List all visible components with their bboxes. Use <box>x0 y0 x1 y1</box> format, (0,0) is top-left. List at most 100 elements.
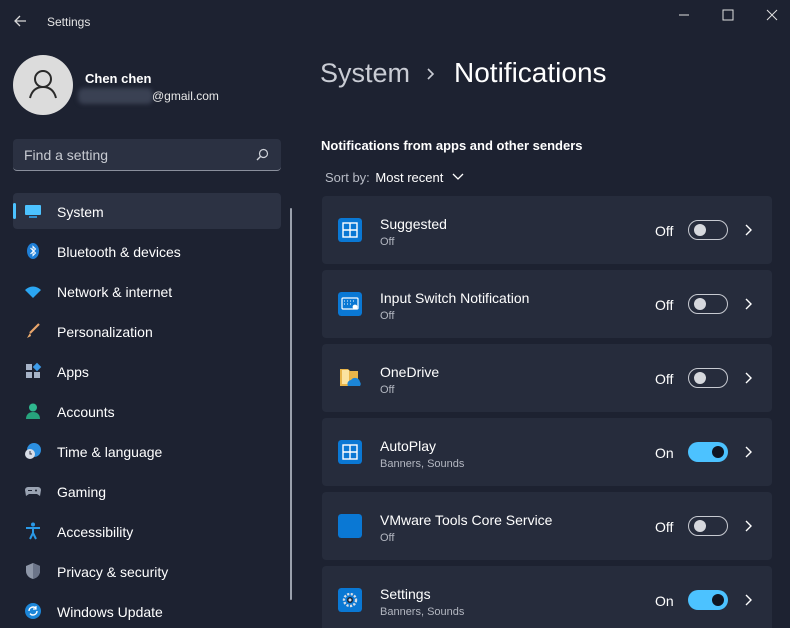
sidebar-item-network[interactable]: Network & internet <box>13 273 281 309</box>
sort-label: Sort by: <box>325 170 370 185</box>
page-title: Notifications <box>454 57 607 88</box>
notification-toggle[interactable] <box>688 294 728 314</box>
app-name: Settings <box>380 586 431 602</box>
app-card-settings[interactable]: Settings Banners, Sounds On <box>322 566 772 628</box>
title-bar: Settings <box>0 0 790 44</box>
maximize-icon[interactable] <box>708 4 748 26</box>
sort-dropdown[interactable]: Sort by: Most recent <box>325 170 465 185</box>
chevron-right-icon[interactable] <box>743 371 753 385</box>
breadcrumb-parent[interactable]: System <box>320 58 410 89</box>
notification-toggle[interactable] <box>688 442 728 462</box>
app-card-suggested[interactable]: Suggested Off Off <box>322 196 772 264</box>
user-name: Chen chen <box>85 71 152 86</box>
chevron-right-icon[interactable] <box>743 445 753 459</box>
chevron-right-icon <box>427 68 435 80</box>
search-icon[interactable] <box>254 147 270 163</box>
app-card-input-switch[interactable]: Input Switch Notification Off Off <box>322 270 772 338</box>
notification-toggle[interactable] <box>688 590 728 610</box>
sidebar-item-label: Bluetooth & devices <box>57 244 181 260</box>
sidebar-item-label: Privacy & security <box>57 564 169 580</box>
sidebar-item-apps[interactable]: Apps <box>13 353 281 389</box>
email-redacted <box>78 88 153 104</box>
toggle-state-label: Off <box>655 371 674 387</box>
toggle-state-label: Off <box>655 223 674 239</box>
keyboard-app-icon <box>338 292 362 316</box>
app-card-onedrive[interactable]: OneDrive Off Off <box>322 344 772 412</box>
sidebar-item-label: System <box>57 204 104 220</box>
search-input[interactable]: Find a setting <box>13 139 281 171</box>
sidebar-nav: System Bluetooth & devices Network & int… <box>13 193 281 628</box>
toggle-state-label: On <box>655 593 674 609</box>
sidebar-scrollbar[interactable] <box>290 208 292 600</box>
monitor-icon <box>25 205 41 218</box>
wifi-icon <box>25 286 41 298</box>
notification-toggle[interactable] <box>688 220 728 240</box>
sidebar-item-personalization[interactable]: Personalization <box>13 313 281 349</box>
autoplay-app-icon <box>338 440 362 464</box>
app-subtitle: Off <box>380 384 395 396</box>
user-email: @gmail.com <box>152 89 219 103</box>
toggle-state-label: On <box>655 445 674 461</box>
chevron-right-icon[interactable] <box>743 297 753 311</box>
avatar[interactable] <box>13 55 73 115</box>
app-card-vmware-tools[interactable]: VMware Tools Core Service Off Off <box>322 492 772 560</box>
sidebar-item-label: Apps <box>57 364 89 380</box>
onedrive-folder-icon <box>340 369 361 386</box>
chevron-right-icon[interactable] <box>743 593 753 607</box>
toggle-state-label: Off <box>655 519 674 535</box>
bluetooth-icon <box>27 243 39 259</box>
sidebar-item-gaming[interactable]: Gaming <box>13 473 281 509</box>
app-subtitle: Off <box>380 236 395 248</box>
sidebar-item-label: Gaming <box>57 484 107 500</box>
person-icon <box>26 403 40 419</box>
close-icon[interactable] <box>752 4 790 26</box>
settings-gear-icon <box>338 588 362 612</box>
sidebar-item-privacy-security[interactable]: Privacy & security <box>13 553 281 589</box>
sidebar-item-label: Windows Update <box>57 604 163 620</box>
accessibility-icon <box>26 522 40 540</box>
suggested-app-icon <box>338 218 362 242</box>
sidebar-item-accessibility[interactable]: Accessibility <box>13 513 281 549</box>
vmware-app-icon <box>338 514 362 538</box>
selection-indicator <box>13 203 16 219</box>
app-name: OneDrive <box>380 364 440 380</box>
sidebar-item-time-language[interactable]: Time & language <box>13 433 281 469</box>
toggle-knob <box>694 372 706 384</box>
sidebar-item-label: Time & language <box>57 444 163 460</box>
sidebar-item-label: Accessibility <box>57 524 134 540</box>
brush-icon <box>27 323 40 338</box>
update-icon <box>25 603 41 619</box>
app-subtitle: Banners, Sounds <box>380 458 465 470</box>
app-name: AutoPlay <box>380 438 437 454</box>
minimize-icon[interactable] <box>664 4 704 26</box>
toggle-state-label: Off <box>655 297 674 313</box>
app-list: Suggested Off Off Input Switch Notificat… <box>322 196 772 628</box>
notification-toggle[interactable] <box>688 368 728 388</box>
search-placeholder: Find a setting <box>24 147 109 163</box>
gamepad-icon <box>25 487 41 496</box>
app-name: VMware Tools Core Service <box>380 512 553 528</box>
app-name: Input Switch Notification <box>380 290 530 306</box>
toggle-knob <box>712 446 724 458</box>
sidebar-item-bluetooth[interactable]: Bluetooth & devices <box>13 233 281 269</box>
app-card-autoplay[interactable]: AutoPlay Banners, Sounds On <box>322 418 772 486</box>
sidebar-item-accounts[interactable]: Accounts <box>13 393 281 429</box>
shield-icon <box>26 563 40 579</box>
chevron-down-icon[interactable] <box>451 172 465 182</box>
toggle-knob <box>694 520 706 532</box>
toggle-knob <box>712 594 724 606</box>
sidebar-item-label: Network & internet <box>57 284 173 300</box>
clock-globe-icon <box>25 443 41 459</box>
back-arrow-icon[interactable] <box>10 10 32 32</box>
sort-value[interactable]: Most recent <box>375 170 443 185</box>
toggle-knob <box>694 224 706 236</box>
sidebar-item-system[interactable]: System <box>13 193 281 229</box>
toggle-knob <box>694 298 706 310</box>
notification-toggle[interactable] <box>688 516 728 536</box>
section-title: Notifications from apps and other sender… <box>321 138 583 153</box>
sidebar-item-windows-update[interactable]: Windows Update <box>13 593 281 628</box>
chevron-right-icon[interactable] <box>743 223 753 237</box>
user-avatar-icon <box>29 70 57 99</box>
sidebar-item-label: Personalization <box>57 324 153 340</box>
chevron-right-icon[interactable] <box>743 519 753 533</box>
